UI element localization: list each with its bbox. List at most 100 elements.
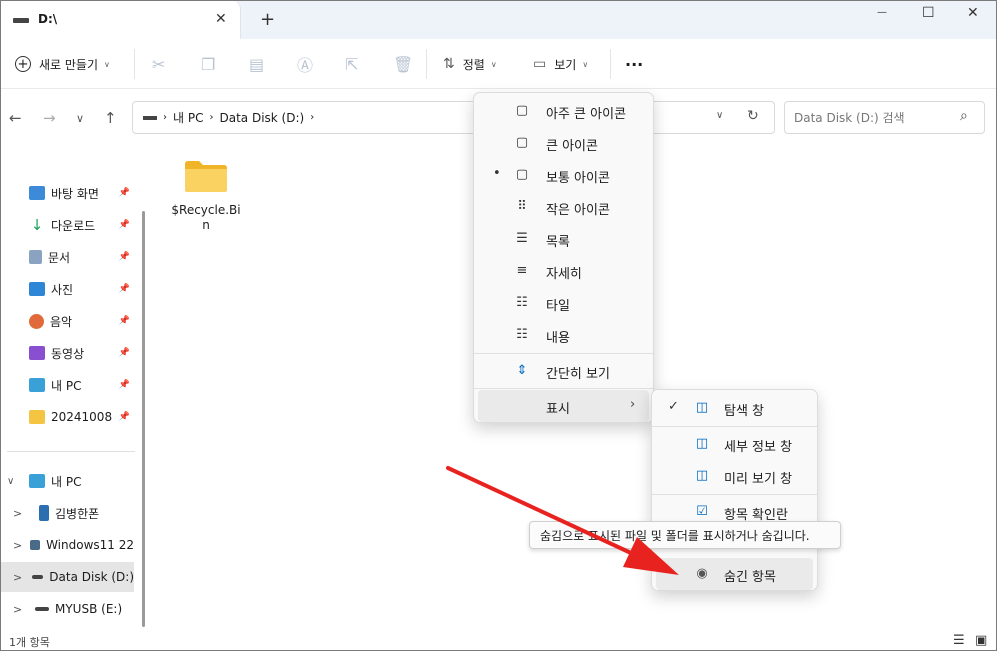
navigation-pane: 바탕 화면 📌 ↓ 다운로드 📌 문서 📌 사진 📌 음악 📌 동영상 📌 내 PC 📌 202… — [1, 146, 151, 636]
expand-chevron-icon[interactable]: > — [13, 571, 30, 584]
tree-item-usb[interactable]: > MYUSB (E:) — [1, 594, 134, 624]
tree-item-label: MYUSB (E:) — [55, 602, 123, 616]
sidebar-scrollbar[interactable] — [142, 211, 145, 627]
details-pane-icon: ◫ — [695, 436, 709, 451]
download-icon: ↓ — [30, 216, 44, 234]
delete-icon[interactable]: 🗑 — [393, 39, 413, 89]
expand-chevron-icon[interactable]: ∨ — [7, 476, 27, 487]
new-button-label: 새로 만들기 — [39, 57, 99, 72]
tab-close-icon[interactable]: ✕ — [215, 11, 227, 27]
compact-view-icon: ⇕ — [516, 363, 528, 378]
menu-item-label: 숨긴 항목 — [724, 570, 776, 585]
tiles-view-icon[interactable]: ▣ — [975, 633, 987, 648]
search-placeholder: Data Disk (D:) 검색 — [794, 111, 905, 125]
menu-item-medium-icons[interactable]: • ▢ 보통 아이콘 — [478, 159, 649, 191]
expand-chevron-icon[interactable]: > — [13, 507, 33, 520]
view-button[interactable]: ▭ 보기 ∨ — [533, 39, 588, 89]
tree-item-label: Data Disk (D:) — [49, 570, 134, 584]
sidebar-item-label: 동영상 — [51, 346, 85, 361]
menu-item-tiles[interactable]: ☷ 타일 — [478, 287, 649, 319]
tree-item-data-disk[interactable]: > Data Disk (D:) — [1, 562, 134, 592]
menu-item-hidden-items[interactable]: ◉ 숨긴 항목 — [656, 558, 813, 590]
menu-item-label: 아주 큰 아이콘 — [546, 107, 627, 122]
menu-item-label: 미리 보기 창 — [724, 472, 793, 487]
close-button[interactable]: ✕ — [967, 5, 979, 21]
sidebar-item-downloads[interactable]: ↓ 다운로드 📌 — [1, 210, 134, 240]
expand-chevron-icon[interactable]: > — [13, 603, 33, 616]
new-button[interactable]: + 새로 만들기 ∨ — [15, 39, 110, 89]
list-view-icon: ☰ — [516, 231, 528, 246]
expand-chevron-icon[interactable]: > — [13, 539, 28, 552]
paste-icon[interactable]: ▤ — [249, 39, 264, 89]
menu-item-small-icons[interactable]: ⠿ 작은 아이콘 — [478, 191, 649, 223]
sidebar-item-pictures[interactable]: 사진 📌 — [1, 274, 134, 304]
monitor-icon — [29, 474, 45, 488]
sidebar-item-desktop[interactable]: 바탕 화면 📌 — [1, 178, 134, 208]
pin-icon: 📌 — [118, 284, 130, 294]
breadcrumb-data-disk[interactable]: Data Disk (D:) — [219, 111, 304, 125]
cut-icon[interactable]: ✂ — [152, 39, 165, 89]
file-explorer-window: D:\ ✕ + — ☐ ✕ + 새로 만들기 ∨ ✂ ❐ ▤ Ⓐ ⇱ 🗑 ⇅ 정… — [0, 0, 997, 651]
sidebar-item-label: 문서 — [48, 250, 71, 265]
menu-item-label: 보통 아이콘 — [546, 171, 610, 186]
menu-item-details[interactable]: ≡ 자세히 — [478, 255, 649, 287]
recent-chevron-icon[interactable]: ∨ — [76, 112, 84, 125]
refresh-icon[interactable]: ↻ — [747, 108, 759, 124]
sidebar-item-documents[interactable]: 문서 📌 — [1, 242, 134, 272]
new-tab-button[interactable]: + — [260, 9, 275, 30]
tree-item-label: 김병한폰 — [55, 506, 100, 521]
menu-item-show[interactable]: 표시 › — [478, 390, 649, 422]
details-view-icon[interactable]: ☰ — [953, 633, 965, 648]
rename-icon[interactable]: Ⓐ — [297, 39, 313, 89]
tree-item-windows-drive[interactable]: > Windows11 22 — [1, 530, 134, 560]
sidebar-item-this-pc[interactable]: 내 PC 📌 — [1, 370, 134, 400]
monitor-icon — [29, 378, 45, 392]
breadcrumb-this-pc[interactable]: 내 PC — [173, 109, 203, 126]
up-arrow-icon[interactable]: ↑ — [104, 109, 117, 127]
sidebar-divider — [7, 451, 135, 452]
search-icon[interactable]: ⌕ — [960, 108, 968, 124]
more-options-button[interactable]: ··· — [625, 39, 643, 89]
sidebar-item-label: 바탕 화면 — [51, 186, 99, 201]
folder-icon — [185, 161, 227, 192]
sort-icon: ⇅ — [443, 56, 455, 72]
menu-item-extra-large-icons[interactable]: ▢ 아주 큰 아이콘 — [478, 95, 649, 127]
menu-item-label: 작은 아이콘 — [546, 203, 610, 218]
chevron-down-icon: ∨ — [490, 59, 497, 69]
menu-item-large-icons[interactable]: ▢ 큰 아이콘 — [478, 127, 649, 159]
tree-item-this-pc[interactable]: ∨ 내 PC — [1, 466, 134, 496]
menu-separator — [474, 353, 653, 354]
sidebar-item-folder-20241008[interactable]: 20241008 📌 — [1, 402, 134, 432]
menu-item-navigation-pane[interactable]: ✓ ◫ 탐색 창 — [656, 392, 813, 424]
tree-item-label: Windows11 22 — [46, 538, 134, 552]
maximize-button[interactable]: ☐ — [922, 5, 935, 21]
minimize-button[interactable]: — — [877, 7, 887, 18]
extra-large-icons-icon: ▢ — [515, 103, 529, 118]
search-box[interactable]: Data Disk (D:) 검색 ⌕ — [784, 101, 985, 134]
drive-icon — [31, 575, 44, 579]
menu-item-preview-pane[interactable]: ◫ 미리 보기 창 — [656, 460, 813, 492]
menu-item-list[interactable]: ☰ 목록 — [478, 223, 649, 255]
forward-arrow-icon[interactable]: → — [43, 109, 56, 127]
check-icon: ✓ — [668, 399, 679, 414]
share-icon[interactable]: ⇱ — [345, 39, 358, 89]
desktop-icon — [29, 186, 45, 200]
pin-icon: 📌 — [118, 380, 130, 390]
address-bar[interactable]: › 내 PC › Data Disk (D:) › ∨ ↻ — [132, 101, 775, 134]
back-arrow-icon[interactable]: ← — [9, 109, 22, 127]
sidebar-item-label: 내 PC — [51, 378, 82, 393]
drive-icon — [13, 18, 29, 23]
menu-item-compact-view[interactable]: ⇕ 간단히 보기 — [478, 355, 649, 387]
sort-button[interactable]: ⇅ 정렬 ∨ — [443, 39, 497, 89]
tree-item-phone[interactable]: > 김병한폰 — [1, 498, 134, 528]
sidebar-item-music[interactable]: 음악 📌 — [1, 306, 134, 336]
copy-icon[interactable]: ❐ — [201, 39, 215, 89]
address-dropdown-icon[interactable]: ∨ — [716, 110, 723, 121]
sidebar-item-videos[interactable]: 동영상 📌 — [1, 338, 134, 368]
pin-icon: 📌 — [118, 252, 130, 262]
menu-item-content[interactable]: ☷ 내용 — [478, 319, 649, 351]
tab-drive-d[interactable]: D:\ ✕ — [1, 1, 241, 39]
pin-icon: 📌 — [118, 220, 130, 230]
menu-separator — [474, 388, 653, 389]
menu-item-details-pane[interactable]: ◫ 세부 정보 창 — [656, 428, 813, 460]
